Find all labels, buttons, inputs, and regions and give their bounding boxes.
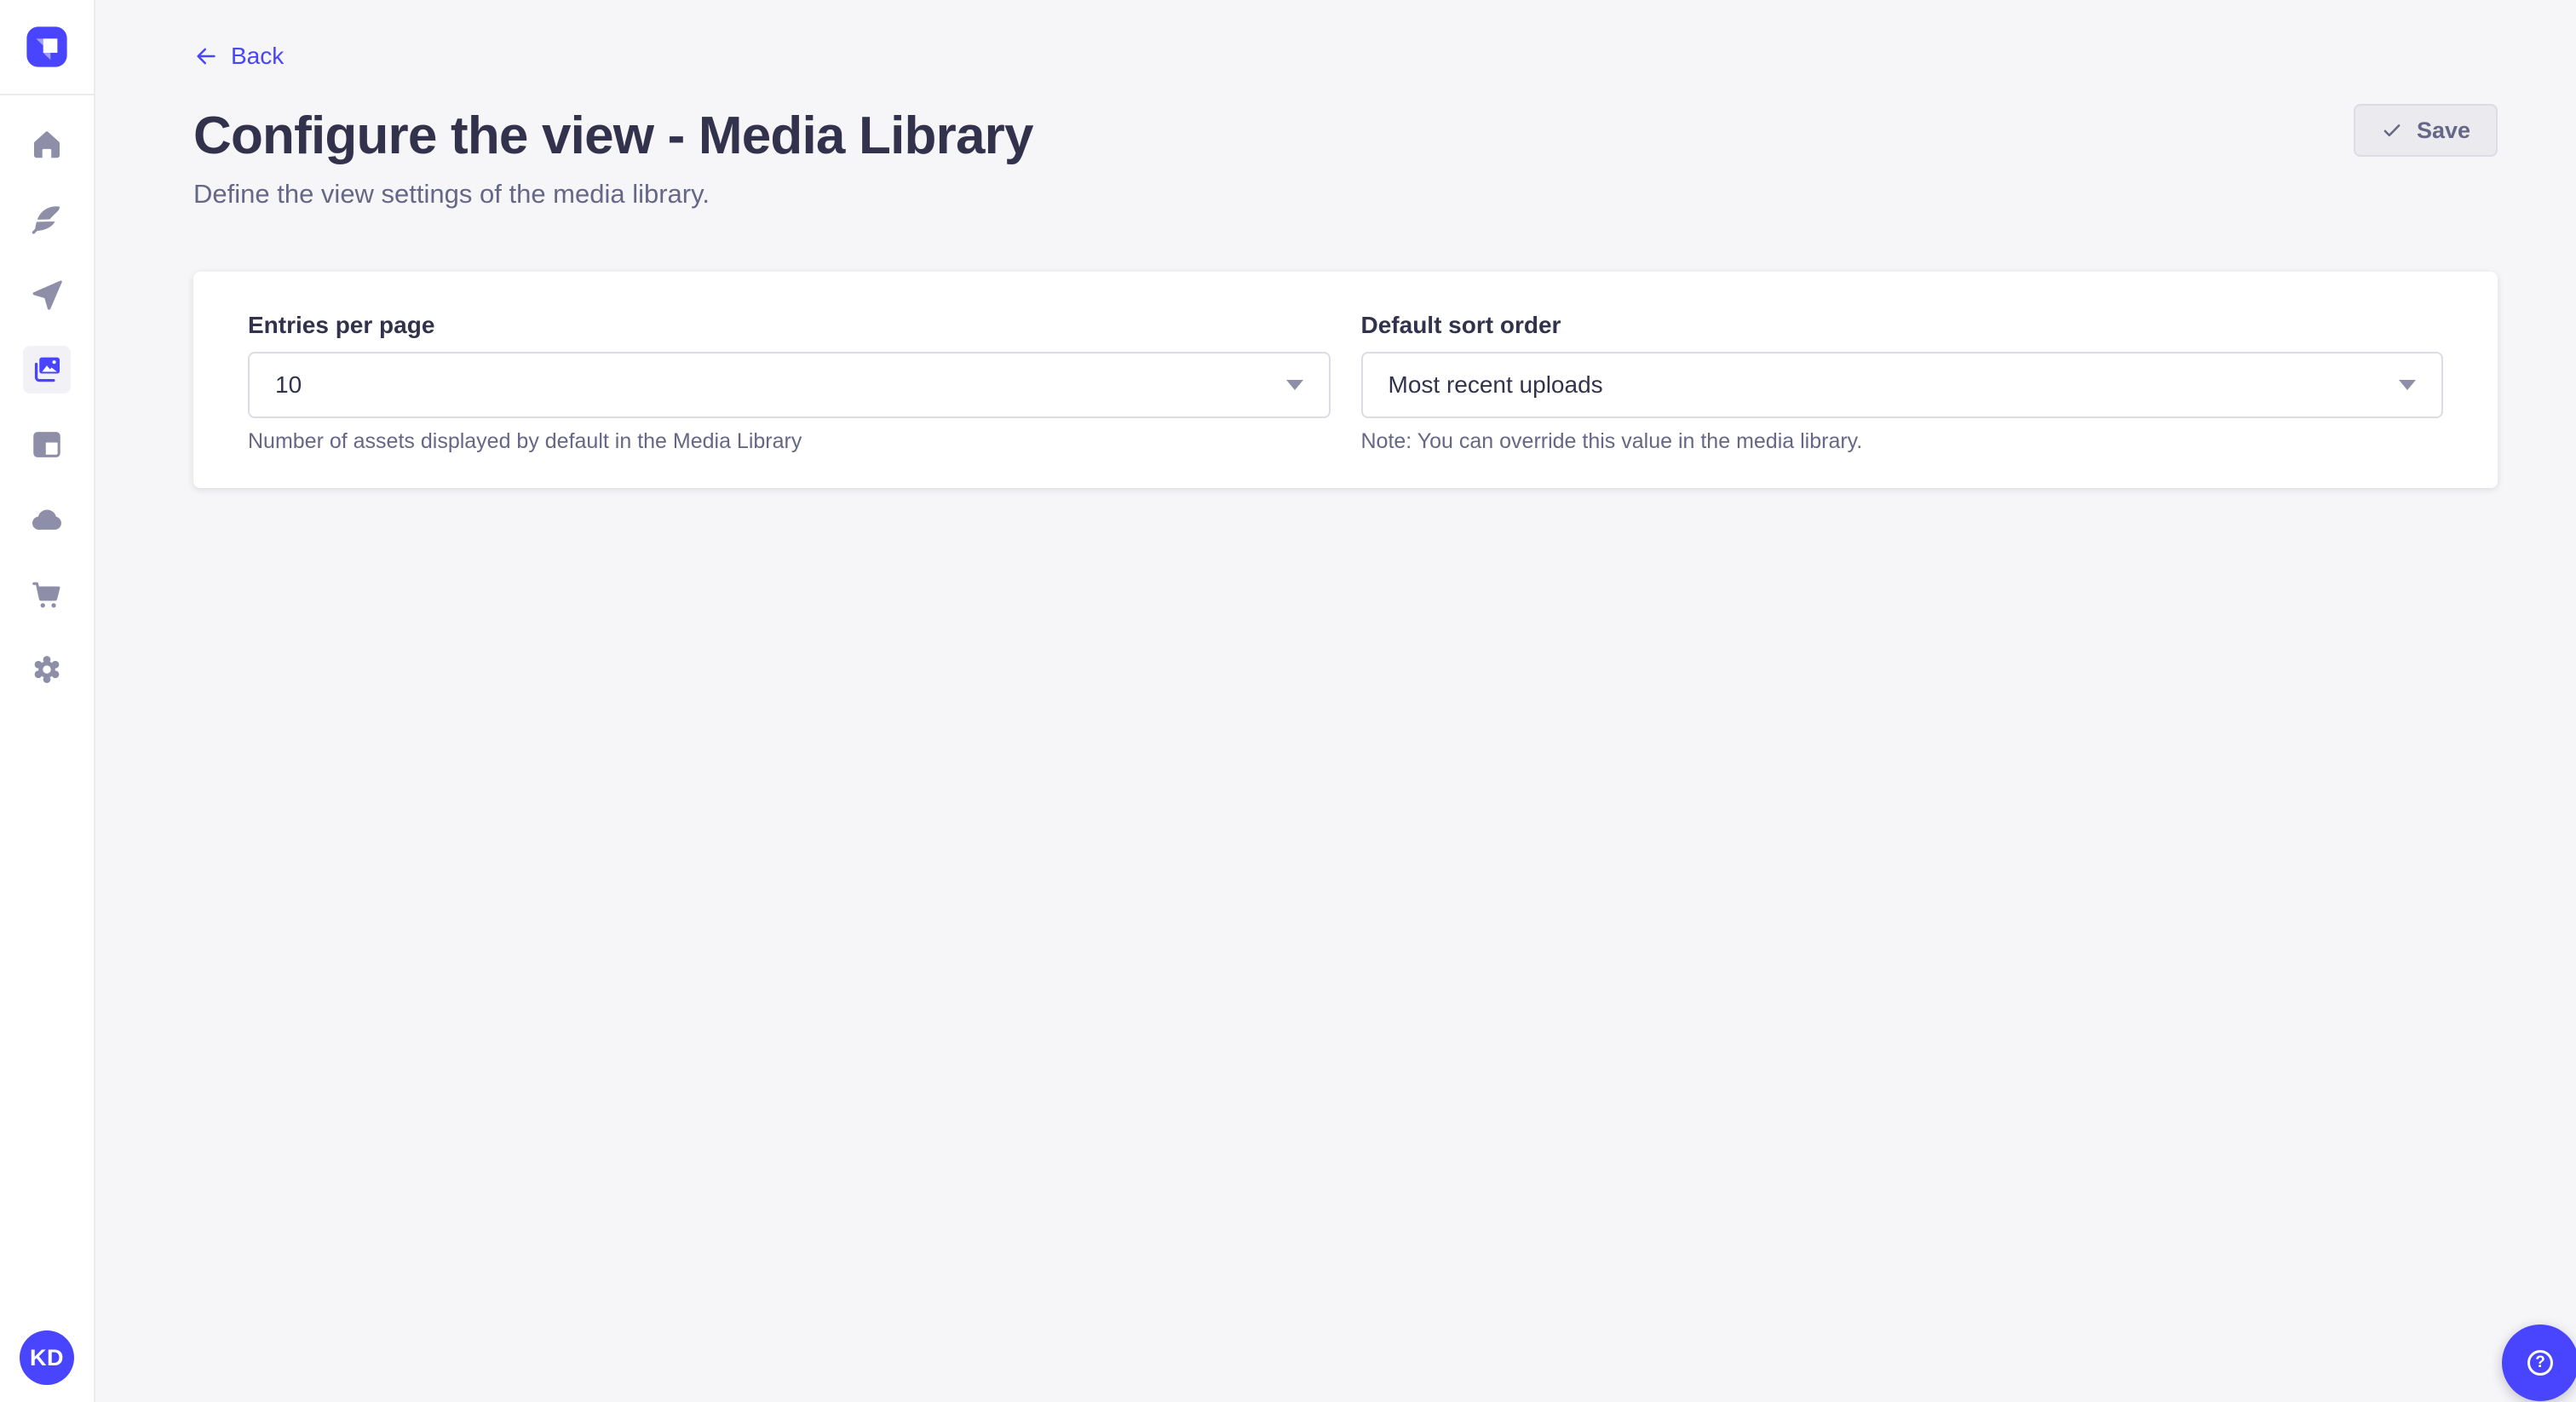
user-avatar[interactable]: KD [20,1330,74,1385]
chevron-down-icon [1286,380,1303,390]
page-title: Configure the view - Media Library [193,104,1033,169]
entries-per-page-label: Entries per page [248,311,1331,340]
arrow-left-icon [193,43,219,69]
sidebar: KD [0,0,95,1402]
strapi-logo-icon [24,24,70,70]
cart-icon [29,577,65,612]
chevron-down-icon [2399,380,2416,390]
default-sort-order-value: Most recent uploads [1389,371,1603,399]
sidebar-item-releases[interactable] [23,271,71,319]
default-sort-order-hint: Note: You can override this value in the… [1361,428,2444,454]
sidebar-item-content-type-builder[interactable] [23,421,71,468]
gear-icon [29,652,65,687]
feather-icon [29,202,65,238]
images-icon [29,352,65,388]
sidebar-item-settings[interactable] [23,646,71,693]
sidebar-item-content-manager[interactable] [23,196,71,244]
cloud-icon [29,502,65,537]
sidebar-item-media-library[interactable] [23,346,71,394]
sidebar-item-deploy[interactable] [23,496,71,543]
page-subtitle: Define the view settings of the media li… [193,179,1033,210]
home-icon [29,127,65,163]
sidebar-logo-section [0,0,94,95]
default-sort-order-select[interactable]: Most recent uploads [1361,352,2444,418]
back-link[interactable]: Back [193,43,284,70]
save-button[interactable]: Save [2354,104,2498,157]
layout-icon [29,427,65,463]
default-sort-order-label: Default sort order [1361,311,2444,340]
entries-per-page-select[interactable]: 10 [248,352,1331,418]
check-icon [2381,119,2403,141]
question-mark-icon: ? [2527,1350,2553,1376]
page-header-text: Configure the view - Media Library Defin… [193,104,1033,210]
paper-plane-icon [29,277,65,313]
entries-per-page-value: 10 [275,371,302,399]
sidebar-item-marketplace[interactable] [23,571,71,618]
help-button[interactable]: ? [2502,1324,2576,1401]
save-button-label: Save [2417,118,2470,144]
page-header: Configure the view - Media Library Defin… [193,104,2498,210]
main-content: Back Configure the view - Media Library … [95,0,2576,1402]
default-sort-order-field: Default sort order Most recent uploads N… [1361,311,2444,454]
sidebar-item-home[interactable] [23,121,71,169]
app-window: KD Back Configure the view - Media Libra… [0,0,2576,1402]
strapi-logo[interactable] [24,24,70,70]
back-label: Back [231,43,284,70]
entries-per-page-hint: Number of assets displayed by default in… [248,428,1331,454]
settings-card: Entries per page 10 Number of assets dis… [193,272,2498,488]
entries-per-page-field: Entries per page 10 Number of assets dis… [248,311,1331,454]
sidebar-nav [0,95,94,693]
